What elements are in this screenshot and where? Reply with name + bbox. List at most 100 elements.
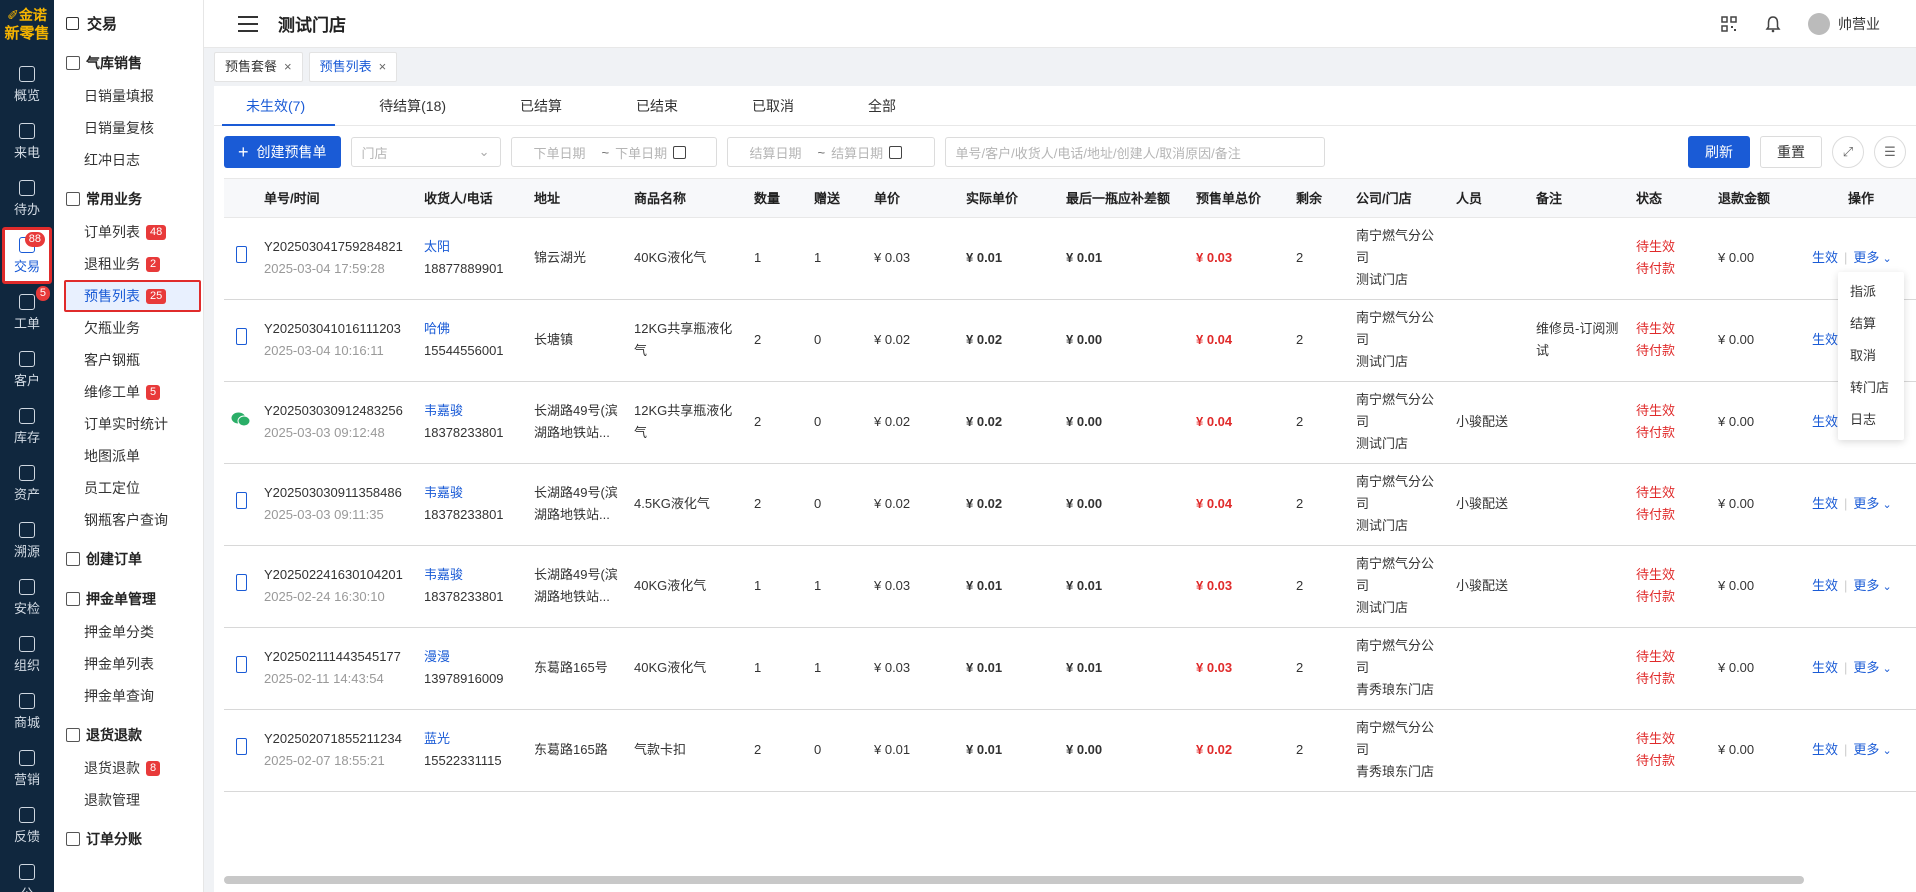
activate-link[interactable]: 生效 <box>1812 250 1838 265</box>
sidebar-item[interactable]: 押金单列表 <box>54 648 203 680</box>
sidebar-item[interactable]: 维修工单 5 <box>54 376 203 408</box>
sidebar-item[interactable]: 押金单分类 <box>54 616 203 648</box>
sidebar-item[interactable]: 客户钢瓶 <box>54 344 203 376</box>
avatar[interactable] <box>1808 12 1830 35</box>
group-icon <box>66 56 80 70</box>
receiver-name[interactable]: 漫漫 <box>424 646 522 668</box>
receiver-name[interactable]: 蓝光 <box>424 728 522 750</box>
presale-total: ¥ 0.03 <box>1196 250 1233 265</box>
rail-item[interactable]: 库存 <box>0 398 54 455</box>
rail-item[interactable]: 商城 <box>0 683 54 740</box>
rail-item[interactable]: 公 <box>0 854 54 892</box>
order-date-range[interactable]: 下单日期 ~ 下单日期 <box>510 137 717 167</box>
sidebar-item[interactable]: 预售列表 25 <box>64 280 201 312</box>
side-group-title[interactable]: 常用业务 <box>54 182 203 216</box>
rail-item[interactable]: 交易 88 <box>2 227 52 284</box>
sidebar-item[interactable]: 日销量填报 <box>54 80 203 112</box>
side-group-title[interactable]: 创建订单 <box>54 542 203 576</box>
rail-item[interactable]: 客户 <box>0 341 54 398</box>
more-link[interactable]: 更多 <box>1853 742 1879 757</box>
horizontal-scrollbar[interactable] <box>224 876 1804 884</box>
sidebar-item[interactable]: 退租业务 2 <box>54 248 203 280</box>
receiver-name[interactable]: 韦嘉骏 <box>424 400 522 422</box>
address: 东葛路165路 <box>534 742 608 757</box>
user-name[interactable]: 帅营业 <box>1838 14 1880 34</box>
last-bottle-diff: ¥ 0.00 <box>1066 414 1103 429</box>
page-tab[interactable]: 预售列表 × <box>308 52 398 82</box>
reset-button[interactable]: 重置 <box>1760 136 1822 168</box>
activate-link[interactable]: 生效 <box>1812 578 1838 593</box>
dropdown-item[interactable]: 取消 <box>1838 340 1904 372</box>
side-group-label: 常用业务 <box>86 191 142 207</box>
close-icon[interactable]: × <box>379 53 387 81</box>
side-group-title[interactable]: 退货退款 <box>54 718 203 752</box>
rail-item[interactable]: 组织 <box>0 626 54 683</box>
table-cell <box>1530 217 1630 300</box>
table-cell: 生效 | 更多 ⌄ <box>1806 709 1916 792</box>
more-link[interactable]: 更多 <box>1853 496 1879 511</box>
activate-link[interactable]: 生效 <box>1812 332 1838 347</box>
table-cell: ¥ 0.02 <box>868 463 960 546</box>
group-icon <box>66 832 80 846</box>
create-presale-button[interactable]: + 创建预售单 <box>224 136 341 168</box>
activate-link[interactable]: 生效 <box>1812 660 1838 675</box>
sidebar-item[interactable]: 押金单查询 <box>54 680 203 712</box>
menu-toggle-icon[interactable] <box>238 15 258 32</box>
activate-link[interactable]: 生效 <box>1812 496 1838 511</box>
list-settings-icon[interactable]: ☰ <box>1874 136 1906 168</box>
store-select[interactable]: 门店 ⌄ <box>350 137 501 167</box>
side-group-title[interactable]: 订单分账 <box>54 822 203 856</box>
more-link[interactable]: 更多 <box>1853 578 1879 593</box>
table-cell: ¥ 0.04 <box>1190 463 1290 546</box>
settle-date-range[interactable]: 结算日期 ~ 结算日期 <box>726 137 935 167</box>
rail-badge: 88 <box>24 232 45 247</box>
table-cell: Y202502111443545177 2025-02-11 14:43:54 <box>258 627 418 710</box>
dropdown-item[interactable]: 结算 <box>1838 308 1904 340</box>
receiver-name[interactable]: 哈佛 <box>424 318 522 340</box>
more-link[interactable]: 更多 <box>1853 250 1879 265</box>
sidebar-item[interactable]: 退款管理 <box>54 784 203 816</box>
status-tab[interactable]: 已取消 <box>728 86 824 126</box>
refresh-button[interactable]: 刷新 <box>1688 136 1750 168</box>
activate-link[interactable]: 生效 <box>1812 742 1838 757</box>
sidebar-item[interactable]: 欠瓶业务 <box>54 312 203 344</box>
receiver-name[interactable]: 韦嘉骏 <box>424 482 522 504</box>
status-tab[interactable]: 全部 <box>844 86 926 126</box>
more-link[interactable]: 更多 <box>1853 660 1879 675</box>
sidebar-item[interactable]: 红冲日志 <box>54 144 203 176</box>
sidebar-item[interactable]: 退货退款 8 <box>54 752 203 784</box>
dropdown-item[interactable]: 指派 <box>1838 276 1904 308</box>
status-tab[interactable]: 已结算 <box>496 86 592 126</box>
rail-item[interactable]: 待办 <box>0 170 54 227</box>
qrcode-icon[interactable] <box>1720 15 1738 33</box>
rail-item[interactable]: 工单 5 <box>0 284 54 341</box>
receiver-name[interactable]: 韦嘉骏 <box>424 564 522 586</box>
page-tab[interactable]: 预售套餐 × <box>214 52 303 82</box>
search-input[interactable]: 单号/客户/收货人/电话/地址/创建人/取消原因/备注 <box>944 137 1325 167</box>
close-icon[interactable]: × <box>284 53 292 81</box>
sidebar-item[interactable]: 日销量复核 <box>54 112 203 144</box>
sidebar-item[interactable]: 订单实时统计 <box>54 408 203 440</box>
status-tab[interactable]: 已结束 <box>612 86 708 126</box>
rail-item[interactable]: 营销 <box>0 740 54 797</box>
rail-item[interactable]: 安检 <box>0 569 54 626</box>
side-group-title[interactable]: 押金单管理 <box>54 582 203 616</box>
dropdown-item[interactable]: 日志 <box>1838 404 1904 436</box>
sidebar-item[interactable]: 员工定位 <box>54 472 203 504</box>
activate-link[interactable]: 生效 <box>1812 414 1838 429</box>
dropdown-item[interactable]: 转门店 <box>1838 372 1904 404</box>
receiver-name[interactable]: 太阳 <box>424 236 522 258</box>
sidebar-item[interactable]: 地图派单 <box>54 440 203 472</box>
status-tab[interactable]: 待结算(18) <box>355 86 476 126</box>
bell-icon[interactable] <box>1764 15 1782 33</box>
rail-item[interactable]: 概览 <box>0 56 54 113</box>
rail-item[interactable]: 反馈 <box>0 797 54 854</box>
status-tab[interactable]: 未生效(7) <box>222 86 336 126</box>
sidebar-item[interactable]: 钢瓶客户查询 <box>54 504 203 536</box>
side-group-title[interactable]: 气库销售 <box>54 46 203 80</box>
rail-item[interactable]: 资产 <box>0 455 54 512</box>
rail-item[interactable]: 来电 <box>0 113 54 170</box>
sidebar-item[interactable]: 订单列表 48 <box>54 216 203 248</box>
fullscreen-icon[interactable]: ⤢ <box>1832 136 1864 168</box>
rail-item[interactable]: 溯源 <box>0 512 54 569</box>
